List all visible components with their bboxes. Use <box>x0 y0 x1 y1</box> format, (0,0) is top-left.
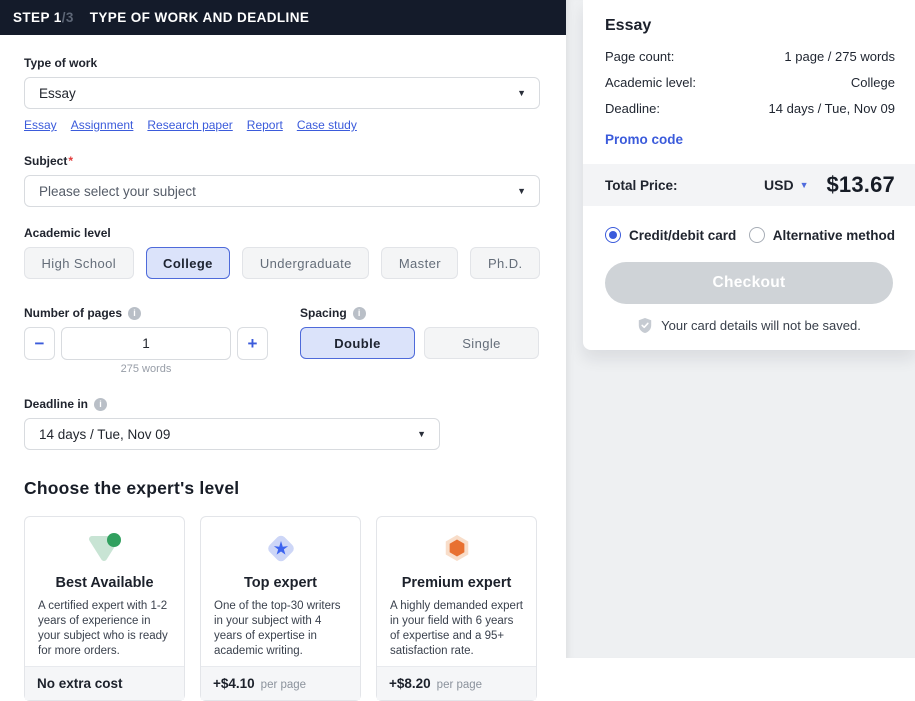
info-icon[interactable]: i <box>352 306 366 320</box>
deadline-value: 14 days / Tue, Nov 09 <box>39 426 171 442</box>
words-count-hint: 275 words <box>120 363 172 375</box>
expert-card-description: A certified expert with 1-2 years of exp… <box>38 600 168 657</box>
work-type-quick-links: Essay Assignment Research paper Report C… <box>24 118 540 132</box>
card-safety-note: Your card details will not be saved. <box>583 317 915 334</box>
quick-link-assignment[interactable]: Assignment <box>71 118 134 132</box>
expert-card-price: +$8.20 <box>389 676 431 691</box>
summary-row-value: 1 page / 275 words <box>784 49 895 64</box>
radio-selected-icon[interactable] <box>605 227 621 243</box>
expert-section-title: Choose the expert's level <box>24 478 240 498</box>
summary-row-label: Page count: <box>605 49 675 64</box>
summary-row-deadline: Deadline: 14 days / Tue, Nov 09 <box>605 101 895 116</box>
expert-card-title: Best Available <box>55 575 154 591</box>
pages-input[interactable] <box>61 327 231 360</box>
quick-link-case-study[interactable]: Case study <box>297 118 357 132</box>
chevron-down-icon: ▼ <box>517 186 526 196</box>
deadline-select[interactable]: 14 days / Tue, Nov 09 ▼ <box>24 418 440 450</box>
chevron-down-icon: ▼ <box>517 88 526 98</box>
info-icon[interactable]: i <box>128 306 142 320</box>
expert-card-top-expert[interactable]: Top expert One of the top-30 writers in … <box>200 516 361 701</box>
currency-select[interactable]: USD ▼ <box>764 177 808 193</box>
expert-card-description: A highly demanded expert in your field w… <box>390 600 523 657</box>
checkout-button[interactable]: Checkout <box>605 262 893 304</box>
total-price-label: Total Price: <box>605 177 678 193</box>
type-of-work-value: Essay <box>39 85 76 101</box>
expert-card-price-unit: per page <box>436 679 483 691</box>
level-undergraduate-button[interactable]: Undergraduate <box>242 247 370 279</box>
subject-label: Subject* <box>24 154 74 168</box>
expert-card-price: +$4.10 <box>213 676 255 691</box>
order-form-panel: STEP 1/3 TYPE OF WORK AND DEADLINE Type … <box>0 0 566 701</box>
expert-card-title: Premium expert <box>401 575 512 591</box>
subject-placeholder: Please select your subject <box>39 183 196 199</box>
chevron-down-icon: ▼ <box>799 180 809 190</box>
payment-option-alternative[interactable]: Alternative method <box>748 227 895 243</box>
summary-row-value: College <box>850 75 895 90</box>
quick-link-research-paper[interactable]: Research paper <box>147 118 232 132</box>
required-asterisk: * <box>68 154 74 168</box>
radio-unselected-icon[interactable] <box>748 227 765 243</box>
shield-check-icon <box>638 318 652 333</box>
summary-row-page-count: Page count: 1 page / 275 words <box>605 49 895 64</box>
summary-row-label: Deadline: <box>605 101 660 116</box>
summary-rows: Page count: 1 page / 275 words Academic … <box>583 49 915 116</box>
expert-card-footer: No extra cost <box>25 666 184 700</box>
card-safety-text: Your card details will not be saved. <box>661 318 861 333</box>
academic-level-options: High School College Undergraduate Master… <box>24 247 541 279</box>
expert-card-price: No extra cost <box>37 676 123 691</box>
summary-row-value: 14 days / Tue, Nov 09 <box>768 101 895 116</box>
step-title: TYPE OF WORK AND DEADLINE <box>89 10 310 25</box>
quick-link-essay[interactable]: Essay <box>24 118 57 132</box>
summary-row-academic-level: Academic level: College <box>605 75 895 90</box>
spacing-single-button[interactable]: Single <box>424 327 539 359</box>
payment-option-label: Credit/debit card <box>629 227 737 243</box>
level-master-button[interactable]: Master <box>381 247 459 279</box>
summary-title: Essay <box>605 17 652 34</box>
expert-card-title: Top expert <box>243 575 318 591</box>
payment-option-label: Alternative method <box>772 227 895 243</box>
payment-method-options: Credit/debit card Alternative method <box>605 227 895 243</box>
expert-card-best-available[interactable]: Best Available A certified expert with 1… <box>24 516 185 701</box>
expert-card-premium-expert[interactable]: Premium expert A highly demanded expert … <box>376 516 537 701</box>
level-high-school-button[interactable]: High School <box>24 247 134 279</box>
expert-card-description: One of the top-30 writers in your subjec… <box>214 600 341 657</box>
step-label: STEP 1 <box>13 10 62 25</box>
total-price-band: Total Price: USD ▼ $13.67 <box>583 164 915 206</box>
level-phd-button[interactable]: Ph.D. <box>470 247 541 279</box>
spacing-double-button[interactable]: Double <box>300 327 415 359</box>
expert-card-footer: +$8.20 per page <box>377 666 536 700</box>
best-available-icon <box>88 533 121 561</box>
order-form: Type of work Essay ▼ Essay Assignment Re… <box>0 35 566 701</box>
payment-option-card[interactable]: Credit/debit card <box>605 227 736 243</box>
deadline-label: Deadline in i <box>24 397 540 411</box>
chevron-down-icon: ▼ <box>417 429 426 439</box>
expert-level-cards: Best Available A certified expert with 1… <box>24 516 540 701</box>
type-of-work-label: Type of work <box>24 56 98 70</box>
level-college-button[interactable]: College <box>145 247 231 279</box>
type-of-work-select[interactable]: Essay ▼ <box>24 77 540 109</box>
step-total: /3 <box>61 10 74 25</box>
order-summary-panel: Essay Page count: 1 page / 275 words Aca… <box>566 0 915 658</box>
expert-card-footer: +$4.10 per page <box>201 666 360 700</box>
top-expert-icon <box>267 535 294 562</box>
expert-card-price-unit: per page <box>260 679 307 691</box>
step-header: STEP 1/3 TYPE OF WORK AND DEADLINE <box>0 0 566 35</box>
increase-pages-button[interactable]: + <box>237 327 268 360</box>
quick-link-report[interactable]: Report <box>247 118 283 132</box>
spacing-options: Double Single <box>300 327 539 359</box>
total-price-amount: $13.67 <box>826 172 895 197</box>
decrease-pages-button[interactable]: − <box>24 327 55 360</box>
summary-row-label: Academic level: <box>605 75 697 90</box>
order-summary-card: Essay Page count: 1 page / 275 words Aca… <box>583 0 915 350</box>
premium-expert-icon <box>445 535 468 561</box>
subject-select[interactable]: Please select your subject ▼ <box>24 175 540 207</box>
promo-code-link[interactable]: Promo code <box>583 132 915 147</box>
academic-level-label: Academic level <box>24 226 111 240</box>
info-icon[interactable]: i <box>94 397 108 411</box>
spacing-label: Spacing i <box>300 306 539 320</box>
